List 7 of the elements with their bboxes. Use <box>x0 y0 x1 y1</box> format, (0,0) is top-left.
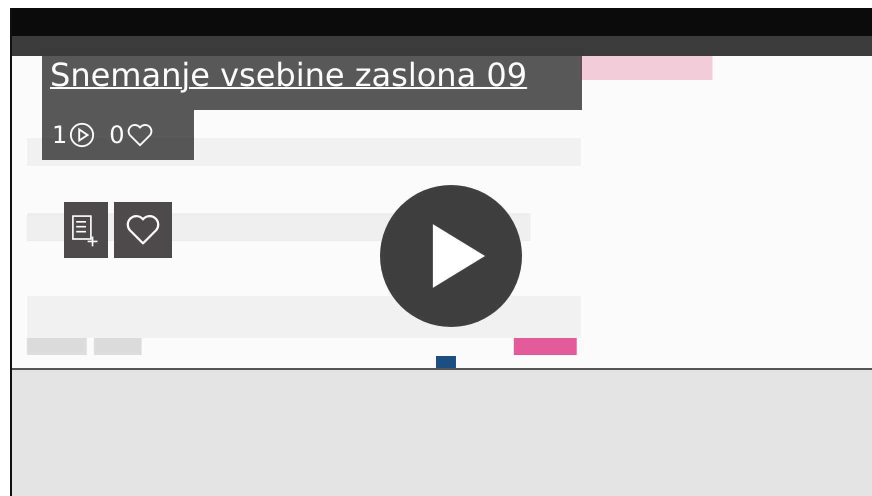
like-count: 0 <box>109 121 125 149</box>
like-button[interactable] <box>114 202 172 258</box>
heart-icon <box>126 122 153 148</box>
view-count: 1 <box>52 121 68 149</box>
add-to-playlist-button[interactable] <box>64 202 108 258</box>
heart-icon <box>125 214 161 246</box>
play-icon <box>69 122 96 148</box>
